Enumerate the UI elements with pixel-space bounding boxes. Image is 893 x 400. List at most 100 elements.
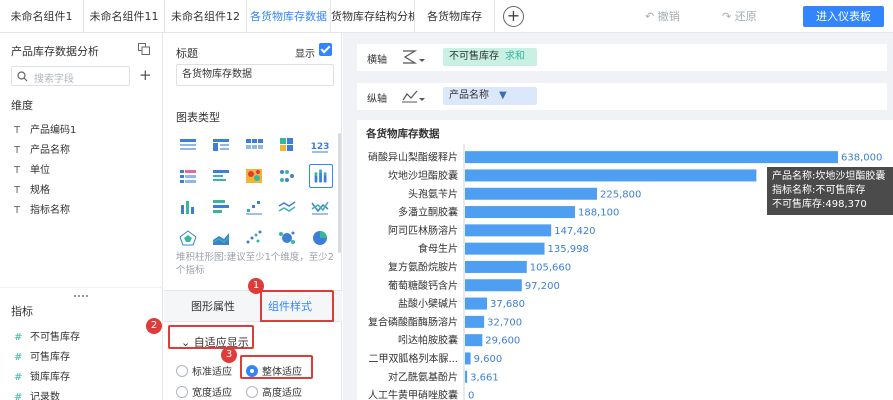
line-chart-icon[interactable]	[276, 197, 298, 217]
bar[interactable]	[465, 187, 598, 200]
dot-matrix-icon[interactable]	[276, 166, 298, 186]
title-input[interactable]: 各货物库存数据	[176, 64, 334, 86]
kpi-number-icon[interactable]: 123	[309, 135, 331, 155]
bar[interactable]	[465, 242, 545, 255]
tab-inventory[interactable]: 各货物库存	[415, 0, 495, 33]
y-axis-label: 纵轴	[367, 94, 387, 105]
add-tab-button[interactable]: +	[503, 6, 524, 27]
undo-label: 撤销	[657, 10, 680, 23]
column-chart-icon[interactable]	[177, 197, 199, 217]
measure-item[interactable]: # 可售库存	[14, 348, 70, 364]
dimension-label: 规格	[30, 185, 50, 196]
category-label: 硝酸异山梨酯缓释片	[368, 151, 458, 164]
title-label: 标题	[176, 47, 198, 60]
dimension-item[interactable]: T 产品编码1	[14, 121, 76, 137]
undo-button[interactable]: ↶ 撤销	[645, 0, 680, 33]
tab-inventory-data[interactable]: 各货物库存数据	[247, 0, 331, 33]
x-field-name: 不可售库存	[449, 51, 499, 62]
stacked-bar-icon[interactable]	[309, 164, 333, 188]
scatter-chart-icon[interactable]	[243, 197, 265, 217]
bar[interactable]	[465, 334, 483, 347]
enter-dashboard-button[interactable]: 进入仪表板	[803, 6, 884, 27]
radio-width-fit[interactable]: 宽度适应	[176, 384, 232, 399]
measure-item[interactable]: # 记录数	[14, 388, 60, 400]
chart-card: 各货物库存数据 硝酸异山梨酯缓释片 638,000 坎地沙坦酯胶囊 头孢氨苄片 225,…	[357, 120, 893, 400]
radio-standard-fit[interactable]: 标准适应	[176, 363, 232, 378]
y-axis-field-pill[interactable]: 产品名称 ▼	[443, 87, 537, 105]
search-icon	[17, 71, 28, 82]
step-badge-2: 2	[146, 318, 162, 334]
category-label: 阿司匹林肠溶片	[388, 224, 458, 237]
axis-line-icon[interactable]	[401, 88, 425, 104]
highlight-box-style-tab	[260, 290, 334, 322]
measure-item[interactable]: # 不可售库存	[14, 328, 80, 344]
bar-value-label: 135,998	[548, 244, 589, 255]
axis-sort-icon[interactable]	[401, 49, 425, 65]
add-field-button[interactable]: +	[139, 66, 152, 84]
adaptive-display-label: 自适应显示	[193, 336, 249, 349]
bar-value-label: 0	[468, 391, 474, 400]
bar[interactable]	[465, 297, 488, 310]
copy-icon[interactable]	[138, 43, 150, 55]
radar-chart-icon[interactable]	[177, 228, 199, 248]
dimension-item[interactable]: T 规格	[14, 181, 50, 197]
top-bar: 未命名组件1 未命名组件11 未命名组件12 各货物库存数据 货物库存结构分析 …	[0, 0, 893, 33]
heatmap-icon[interactable]	[243, 166, 265, 186]
dataset-title: 产品库存数据分析	[11, 45, 99, 58]
dimension-label: 单位	[30, 165, 50, 176]
bar[interactable]	[465, 279, 522, 292]
bar-value-label: 97,200	[525, 281, 560, 292]
bar[interactable]	[465, 206, 575, 219]
category-label: 多潘立酮胶囊	[398, 206, 458, 219]
bullet-table-icon[interactable]	[210, 166, 232, 186]
bar[interactable]	[465, 370, 468, 383]
bar[interactable]	[465, 260, 527, 273]
dimension-item[interactable]: T 指标名称	[14, 201, 70, 217]
dimension-label: 指标名称	[30, 205, 70, 216]
radio-height-fit[interactable]: 高度适应	[246, 384, 302, 399]
dimension-item[interactable]: T 单位	[14, 161, 50, 177]
text-type-icon: T	[14, 125, 21, 136]
bar[interactable]	[465, 224, 552, 237]
search-input[interactable]: 搜索字段	[11, 66, 130, 86]
number-type-icon: #	[14, 372, 23, 383]
tab-component-11[interactable]: 未命名组件11	[84, 0, 165, 33]
tab-component-1[interactable]: 未命名组件1	[0, 0, 84, 33]
radio-circle	[176, 365, 188, 377]
redo-button[interactable]: ↷ 还原	[722, 0, 757, 33]
config-scrollbar[interactable]	[338, 133, 341, 253]
measure-item[interactable]: # 锁库库存	[14, 368, 70, 384]
pie-chart-icon[interactable]	[309, 228, 331, 248]
bar[interactable]	[465, 169, 757, 182]
table-chart-icon[interactable]	[177, 135, 199, 155]
detail-table-icon[interactable]	[243, 135, 265, 155]
category-label: 头孢氨苄片	[408, 187, 458, 200]
bar-value-label: 3,661	[470, 372, 499, 383]
bar[interactable]	[465, 315, 485, 328]
bar[interactable]	[465, 151, 838, 164]
bar-value-label: 188,100	[578, 208, 619, 219]
tab-shape-properties[interactable]: 图形属性	[191, 291, 235, 323]
bar-value-label: 32,700	[487, 317, 522, 328]
show-title-label: 显示	[295, 49, 315, 60]
bubble-scatter-icon[interactable]	[243, 228, 265, 248]
bar-value-label: 638,000	[841, 153, 882, 164]
area-line-icon[interactable]	[309, 197, 331, 217]
tab-inventory-structure[interactable]: 货物库存结构分析	[331, 0, 415, 33]
tab-component-12[interactable]: 未命名组件12	[165, 0, 247, 33]
x-axis-field-pill[interactable]: 不可售库存 求和	[443, 48, 537, 66]
bar[interactable]	[465, 352, 471, 365]
text-type-icon: T	[14, 165, 21, 176]
dimension-item[interactable]: T 产品名称	[14, 141, 70, 157]
adaptive-display-toggle[interactable]: ⌄ 自适应显示	[181, 334, 249, 350]
grouped-table-icon[interactable]	[177, 166, 199, 186]
number-type-icon: #	[14, 392, 23, 400]
show-title-checkbox[interactable]	[319, 43, 332, 56]
bubble-chart-icon[interactable]	[276, 228, 298, 248]
tile-chart-icon[interactable]	[276, 135, 298, 155]
resize-handle[interactable]	[74, 295, 88, 298]
filter-icon[interactable]: ▼	[499, 90, 507, 101]
horizontal-bar-icon[interactable]	[210, 197, 232, 217]
cross-table-icon[interactable]	[210, 135, 232, 155]
area-chart-icon[interactable]	[210, 228, 232, 248]
